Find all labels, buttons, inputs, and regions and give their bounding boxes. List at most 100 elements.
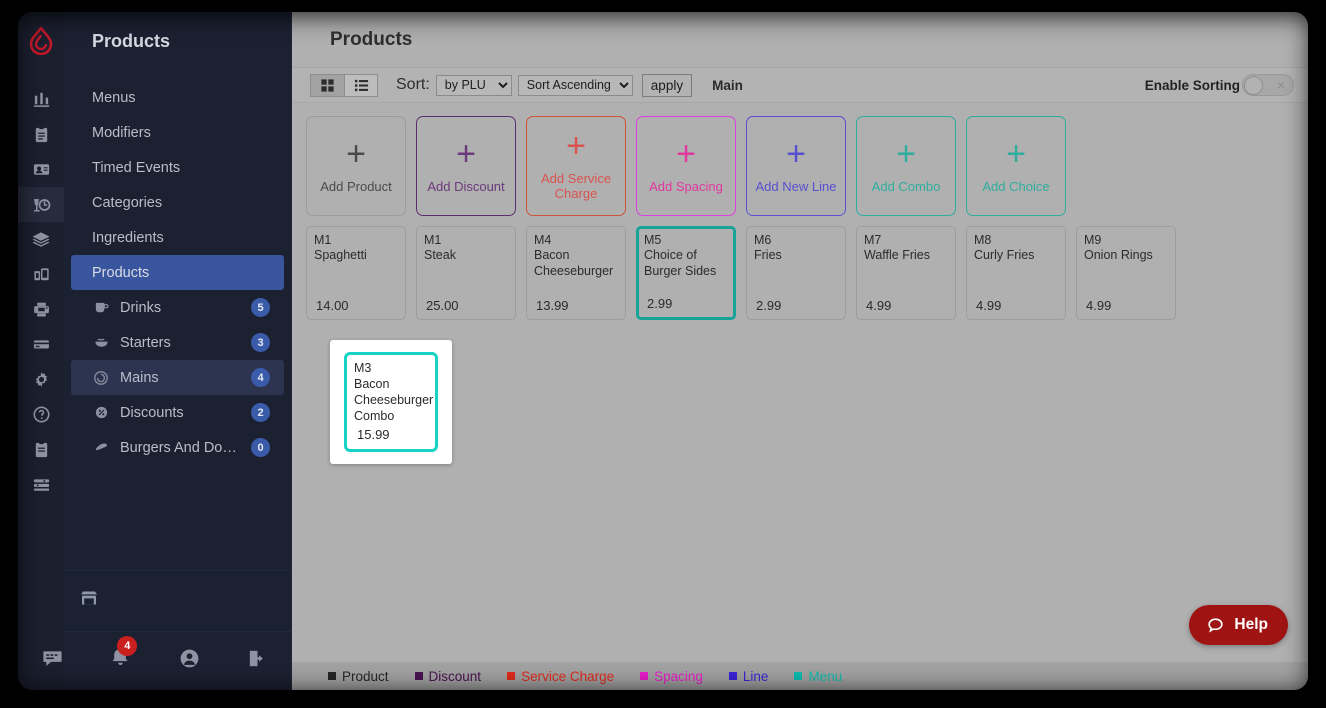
tile-plu: M6 xyxy=(754,233,838,248)
product-tile-m8-curly-fries[interactable]: M8 Curly Fries 4.99 xyxy=(966,226,1066,320)
tile-plu: M4 xyxy=(534,233,618,248)
product-tile-m9-onion-rings[interactable]: M9 Onion Rings 4.99 xyxy=(1076,226,1176,320)
grid-view-icon[interactable] xyxy=(310,74,344,97)
discount-icon xyxy=(92,404,110,422)
sidebar-category-mains[interactable]: Mains 4 xyxy=(71,360,284,395)
burger-icon xyxy=(92,439,110,457)
category-label: Drinks xyxy=(120,300,251,316)
sidebar-item-timed-events[interactable]: Timed Events xyxy=(71,150,284,185)
legend-swatch xyxy=(794,672,802,680)
sidebar-item-label: Modifiers xyxy=(92,125,151,141)
sidebar-category-drinks[interactable]: Drinks 5 xyxy=(71,290,284,325)
sort-direction-select[interactable]: Sort Ascending xyxy=(518,75,633,96)
messages-icon[interactable] xyxy=(41,647,64,675)
sidebar-item-modifiers[interactable]: Modifiers xyxy=(71,115,284,150)
sidebar-category-discounts[interactable]: Discounts 2 xyxy=(71,395,284,430)
enable-sorting-label: Enable Sorting xyxy=(1145,78,1240,93)
add-product-button[interactable]: + Add Product xyxy=(306,116,406,216)
account-icon[interactable] xyxy=(178,647,201,675)
reports-icon[interactable] xyxy=(18,82,64,117)
sort-label: Sort: xyxy=(396,76,430,94)
bowl-icon xyxy=(92,334,110,352)
plate-icon xyxy=(92,369,110,387)
clipboard-icon[interactable] xyxy=(18,117,64,152)
customers-icon[interactable] xyxy=(18,152,64,187)
product-tile-m7-waffle-fries[interactable]: M7 Waffle Fries 4.99 xyxy=(856,226,956,320)
notifications-icon[interactable]: 4 xyxy=(109,647,132,675)
sidebar-title: Products xyxy=(64,12,291,70)
tile-name: Spaghetti xyxy=(314,248,398,264)
close-icon[interactable]: × xyxy=(1277,77,1285,93)
plus-icon: + xyxy=(786,139,806,169)
enable-sorting-toggle[interactable]: × xyxy=(1242,74,1294,96)
payment-cards-icon[interactable] xyxy=(18,327,64,362)
sidebar-item-categories[interactable]: Categories xyxy=(71,185,284,220)
product-tile-m6-fries[interactable]: M6 Fries 2.99 xyxy=(746,226,846,320)
legend-label: Service Charge xyxy=(521,669,614,684)
chat-bubble-icon xyxy=(1206,616,1225,635)
store-info[interactable] xyxy=(64,570,292,632)
tile-plu: M5 xyxy=(644,233,728,248)
sidebar-category-burgers-and-dogs[interactable]: Burgers And Do… 0 xyxy=(71,430,284,465)
tile-name: Bacon Cheeseburger Combo xyxy=(354,376,428,424)
sidebar-item-menus[interactable]: Menus xyxy=(71,80,284,115)
product-tile-m1-spaghetti[interactable]: M1 Spaghetti 14.00 xyxy=(306,226,406,320)
notification-count-badge: 4 xyxy=(117,636,137,656)
sort-field-select[interactable]: by PLU xyxy=(436,75,512,96)
help-button[interactable]: Help xyxy=(1189,605,1288,645)
add-discount-button[interactable]: + Add Discount xyxy=(416,116,516,216)
add-new-line-button[interactable]: + Add New Line xyxy=(746,116,846,216)
category-count-badge: 5 xyxy=(251,298,270,317)
list-view-icon[interactable] xyxy=(344,74,378,97)
apply-sort-button[interactable]: apply xyxy=(642,74,692,97)
toggle-knob xyxy=(1244,76,1263,95)
category-label: Discounts xyxy=(120,405,251,421)
add-buttons-row: + Add Product + Add Discount + Add Servi… xyxy=(306,116,1294,216)
icon-rail xyxy=(18,12,64,690)
sidebar-item-label: Menus xyxy=(92,90,136,106)
tile-price: 15.99 xyxy=(357,427,390,442)
orders-clipboard-icon[interactable] xyxy=(18,432,64,467)
add-spacing-button[interactable]: + Add Spacing xyxy=(636,116,736,216)
current-menu-label: Main xyxy=(712,78,743,93)
add-service-charge-button[interactable]: + Add Service Charge xyxy=(526,116,626,216)
printer-icon[interactable] xyxy=(18,292,64,327)
add-combo-button[interactable]: + Add Combo xyxy=(856,116,956,216)
category-count-badge: 3 xyxy=(251,333,270,352)
drag-overlay: M3 Bacon Cheeseburger Combo 15.99 xyxy=(325,340,452,464)
sliders-icon[interactable] xyxy=(18,467,64,502)
devices-icon[interactable] xyxy=(18,257,64,292)
add-button-label: Add Choice xyxy=(979,179,1052,194)
legend-swatch xyxy=(640,672,648,680)
combo-tile-m3-bacon-cheeseburger-combo[interactable]: M3 Bacon Cheeseburger Combo 15.99 xyxy=(344,352,438,452)
sidebar-item-label: Ingredients xyxy=(92,230,164,246)
add-choice-button[interactable]: + Add Choice xyxy=(966,116,1066,216)
layers-icon[interactable] xyxy=(18,222,64,257)
plus-icon: + xyxy=(1006,139,1026,169)
tile-name: Waffle Fries xyxy=(864,248,948,264)
product-tile-m1-steak[interactable]: M1 Steak 25.00 xyxy=(416,226,516,320)
rail-icon-list xyxy=(18,70,64,502)
category-count-badge: 0 xyxy=(251,438,270,457)
legend-item-service-charge: Service Charge xyxy=(507,669,614,684)
sidebar-item-products[interactable]: Products xyxy=(71,255,284,290)
sidebar-item-label: Timed Events xyxy=(92,160,180,176)
legend-label: Product xyxy=(342,669,389,684)
sidebar-item-ingredients[interactable]: Ingredients xyxy=(71,220,284,255)
menu-manager-icon[interactable] xyxy=(18,187,64,222)
gear-icon[interactable] xyxy=(18,362,64,397)
add-button-label: Add New Line xyxy=(753,179,840,194)
legend-swatch xyxy=(415,672,423,680)
tile-plu: M3 xyxy=(354,360,428,376)
drag-card[interactable]: M3 Bacon Cheeseburger Combo 15.99 xyxy=(330,340,452,464)
lightspeed-flame-logo[interactable] xyxy=(18,12,64,70)
add-button-label: Add Combo xyxy=(869,179,944,194)
product-tile-m4-bacon-cheeseburger[interactable]: M4 Bacon Cheeseburger 13.99 xyxy=(526,226,626,320)
logout-icon[interactable] xyxy=(246,647,269,675)
tile-price: 25.00 xyxy=(426,298,459,313)
sidebar-item-label: Products xyxy=(92,265,149,281)
choice-tile-m5-choice-of-burger-sides[interactable]: M5 Choice of Burger Sides 2.99 xyxy=(636,226,736,320)
question-circle-icon[interactable] xyxy=(18,397,64,432)
tile-price: 4.99 xyxy=(976,298,1001,313)
sidebar-category-starters[interactable]: Starters 3 xyxy=(71,325,284,360)
